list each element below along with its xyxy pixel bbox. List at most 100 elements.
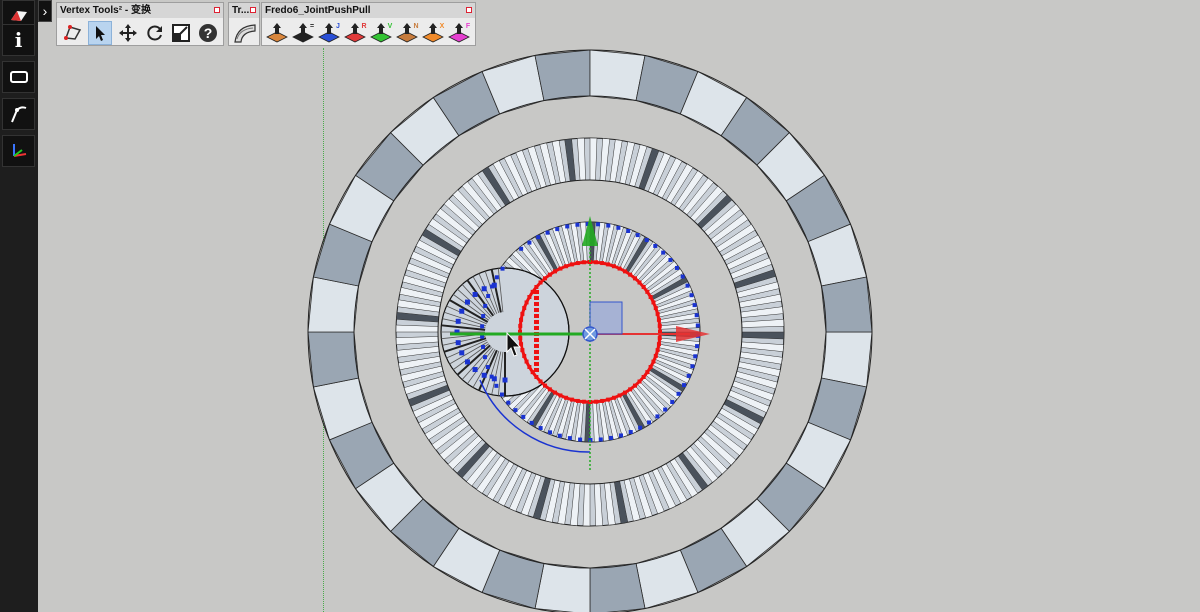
info-icon[interactable]: i xyxy=(2,24,35,56)
rotate-icon[interactable] xyxy=(143,21,167,45)
gear-tooth xyxy=(592,401,600,443)
blue-vertex xyxy=(486,294,491,299)
small-ring-face xyxy=(440,267,570,397)
gear-tooth xyxy=(580,221,588,263)
gear-tooth xyxy=(657,343,699,357)
blue-vertex xyxy=(588,437,593,442)
rectangle-icon[interactable] xyxy=(2,61,35,93)
axes-icon[interactable] xyxy=(2,135,35,167)
inner-gear-ring xyxy=(479,221,701,443)
ring-facet xyxy=(720,96,790,166)
gear-tooth xyxy=(547,396,567,436)
red-vertex xyxy=(656,317,661,322)
vertex-select-icon[interactable] xyxy=(61,21,85,45)
red-vertex xyxy=(581,399,586,404)
ring-facet xyxy=(756,462,826,532)
toolbar-title[interactable]: Vertex Tools² - 变换 xyxy=(57,3,223,18)
red-vertex xyxy=(520,348,525,353)
small-ring-slat xyxy=(490,269,502,313)
path-icon[interactable] xyxy=(2,98,35,130)
close-icon[interactable] xyxy=(466,7,472,13)
gear-tooth xyxy=(557,481,571,525)
gear-tooth xyxy=(565,399,579,441)
vertex-push-pull-icon[interactable]: V xyxy=(369,21,393,45)
gear-tooth xyxy=(461,181,495,219)
gear-tooth xyxy=(428,218,468,248)
blue-vertex xyxy=(464,299,470,305)
normal-push-pull-icon[interactable]: J xyxy=(317,21,341,45)
small-ring-slat xyxy=(446,305,487,325)
gear-tooth xyxy=(515,149,538,192)
gear-tooth xyxy=(721,234,762,262)
scale-icon[interactable] xyxy=(169,21,193,45)
blue-vertex xyxy=(695,333,700,338)
close-icon[interactable] xyxy=(214,7,220,13)
gear-tooth xyxy=(480,340,522,352)
normal-push-pull-n-icon[interactable]: N xyxy=(395,21,419,45)
ring-facet xyxy=(534,563,591,612)
extrude-push-pull-icon[interactable]: X xyxy=(421,21,445,45)
follow-push-pull-icon[interactable]: F xyxy=(447,21,471,45)
gear-tooth xyxy=(731,380,775,402)
gear-tooth xyxy=(740,306,784,318)
joint-push-pull-icon[interactable] xyxy=(265,21,289,45)
red-vertex xyxy=(657,323,662,328)
ring-facet xyxy=(807,377,868,441)
gear-tooth xyxy=(551,140,567,184)
gear-tooth xyxy=(718,407,759,436)
gear-tooth xyxy=(653,285,693,306)
red-vertex xyxy=(527,365,532,369)
small-ring-slat xyxy=(446,339,487,359)
gear-tooth xyxy=(395,336,439,345)
ring-facet xyxy=(589,563,646,612)
curve-icon[interactable] xyxy=(231,21,258,45)
red-vertex xyxy=(518,336,523,341)
gear-tooth xyxy=(651,467,677,510)
button-letter: J xyxy=(336,23,340,30)
gear-tooth xyxy=(505,256,539,288)
gear-tooth xyxy=(604,482,616,526)
toolbar-title[interactable]: Fredo6_JointPushPull xyxy=(262,3,475,18)
red-vertex xyxy=(645,370,650,375)
select-arrow-icon[interactable] xyxy=(88,21,112,45)
help-icon[interactable]: ? xyxy=(196,21,220,45)
gear-tooth xyxy=(556,398,573,439)
gear-tooth xyxy=(418,402,459,430)
blue-vertex xyxy=(500,266,505,271)
blue-vertex xyxy=(490,284,495,289)
small-ring-slat xyxy=(457,288,491,319)
blue-vertex xyxy=(555,227,560,232)
middle-gear-ring xyxy=(395,137,785,527)
gear-tooth xyxy=(642,472,665,515)
small-ring-slat xyxy=(442,335,486,346)
move-icon[interactable] xyxy=(116,21,140,45)
blue-vertex xyxy=(628,430,633,435)
ring-facet xyxy=(432,70,501,137)
vector-push-pull-icon[interactable]: = xyxy=(291,21,315,45)
gear-tooth xyxy=(594,483,603,527)
blue-vertex xyxy=(529,420,534,425)
expand-toolbar-button[interactable]: › xyxy=(38,0,52,22)
blue-vertex xyxy=(494,275,499,280)
blue-vertex xyxy=(481,314,486,319)
button-letter: = xyxy=(310,23,314,30)
gear-tooth xyxy=(561,224,576,265)
small-ring-slat xyxy=(442,318,486,329)
ring-facet xyxy=(354,462,424,532)
left-toolbar: i xyxy=(0,0,38,612)
model-viewport[interactable] xyxy=(0,0,1200,612)
gear-tooth xyxy=(646,268,684,295)
gear-tooth xyxy=(584,401,591,443)
small-ring-slat xyxy=(449,341,488,365)
gear-tooth xyxy=(674,170,704,210)
round-push-pull-icon[interactable]: R xyxy=(343,21,367,45)
small-ring-slat xyxy=(449,299,489,323)
transform-gizmo[interactable] xyxy=(450,216,710,470)
gear-tooth xyxy=(514,383,546,417)
gear-tooth xyxy=(452,189,487,225)
blue-vertex xyxy=(680,274,685,279)
gear-tooth xyxy=(502,374,537,404)
red-vertex xyxy=(569,262,574,267)
close-icon[interactable] xyxy=(250,7,256,13)
ring-facet xyxy=(354,132,424,202)
